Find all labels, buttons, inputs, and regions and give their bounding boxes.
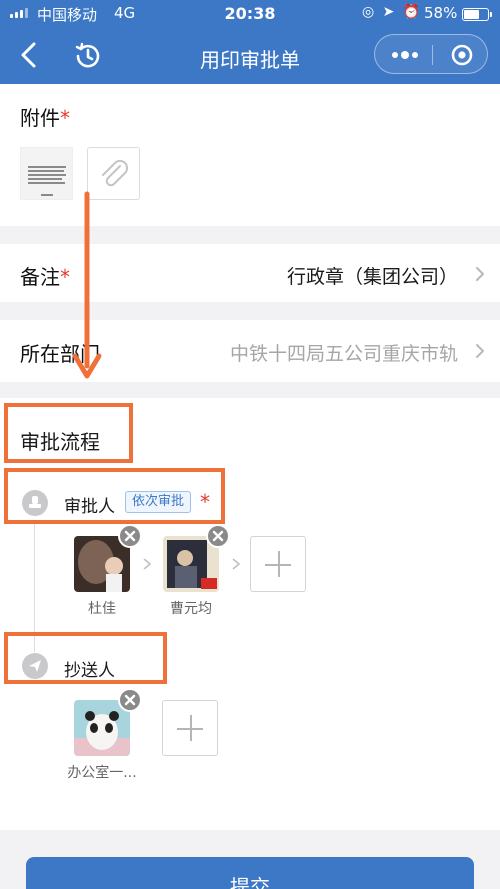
remark-value: 行政章（集团公司） (286, 266, 458, 288)
approver-name: 曹元均 (170, 601, 212, 617)
add-approver-button[interactable] (250, 536, 306, 592)
close-icon (212, 530, 224, 542)
attachment-thumbnail[interactable] (20, 147, 73, 200)
mini-program-capsule (374, 34, 488, 74)
battery-icon (462, 8, 492, 21)
required-mark: * (60, 106, 70, 130)
attachment-label: 附件* (20, 106, 70, 130)
remove-approver-button[interactable] (118, 524, 142, 548)
more-button[interactable] (385, 41, 425, 69)
chevron-right-icon (143, 558, 152, 570)
highlight-approver-row (4, 468, 225, 524)
system-status-icons: ◎ ➤ ⏰ (362, 4, 423, 20)
top-bar: 中国移动 4G 20:38 ◎ ➤ ⏰ 58% 用印审批单 (0, 0, 500, 84)
battery-percent: 58% (424, 4, 458, 22)
close-icon (124, 530, 136, 542)
cc-name: 办公室一... (67, 765, 137, 781)
chevron-right-icon (476, 267, 484, 281)
highlight-approval-title (4, 403, 133, 463)
chevron-right-icon (476, 344, 484, 358)
close-icon (124, 694, 136, 706)
target-close-icon (451, 44, 473, 66)
highlight-cc-row (4, 632, 167, 684)
status-bar: 中国移动 4G 20:38 ◎ ➤ ⏰ 58% (0, 0, 500, 28)
required-mark: * (60, 265, 70, 289)
submit-button[interactable]: 提交 (26, 857, 474, 889)
remove-approver-button[interactable] (206, 524, 230, 548)
chevron-right-icon (232, 558, 241, 570)
annotation-arrow-icon (72, 191, 102, 379)
more-dots-icon (392, 51, 418, 59)
department-value: 中铁十四局五公司重庆市轨 (229, 343, 458, 365)
remove-cc-button[interactable] (118, 688, 142, 712)
capsule-divider (432, 45, 433, 65)
add-cc-button[interactable] (162, 700, 218, 756)
close-button[interactable] (445, 41, 479, 69)
remark-label: 备注* (20, 265, 70, 289)
approver-name: 杜佳 (88, 601, 116, 617)
